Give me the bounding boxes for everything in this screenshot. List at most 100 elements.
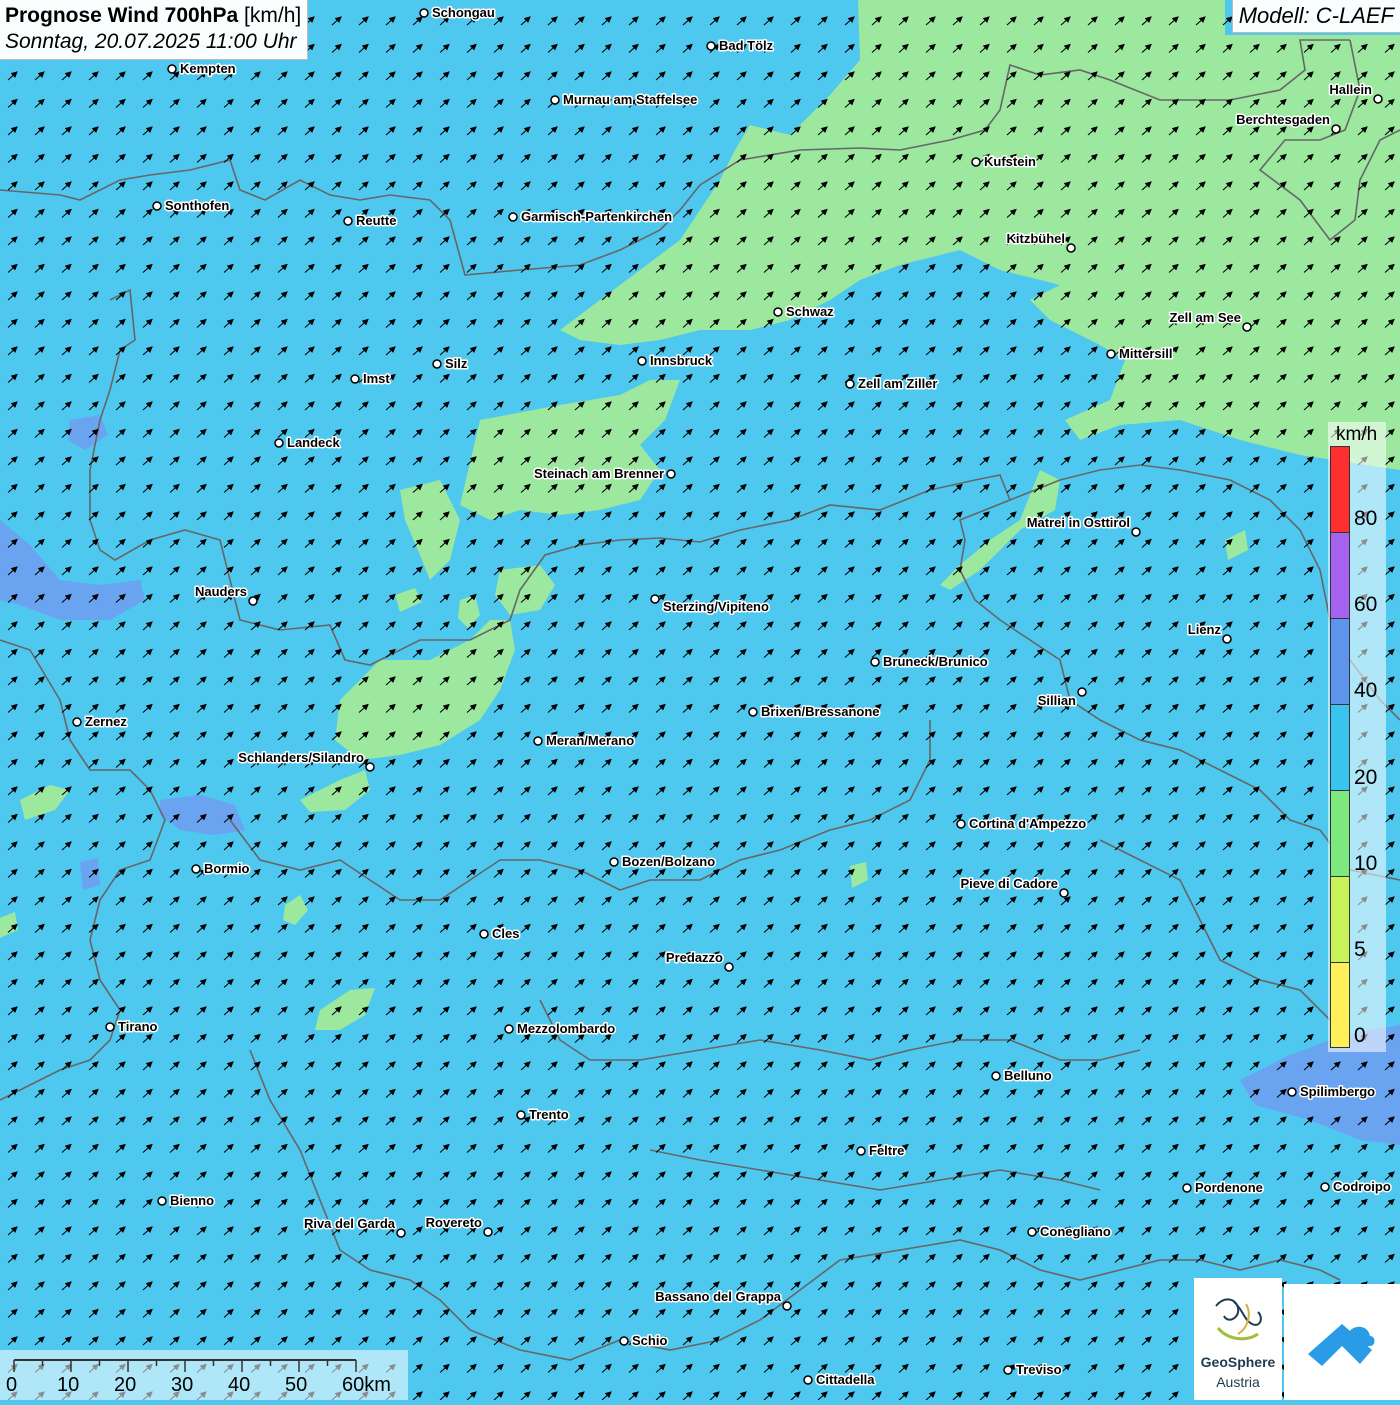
city-label: Bormio — [204, 861, 250, 876]
city-marker[interactable] — [1373, 94, 1383, 104]
scale-bar: 0 10 20 30 40 50 60km — [0, 1350, 408, 1400]
legend-swatch — [1330, 704, 1350, 790]
city-marker[interactable] — [1131, 527, 1141, 537]
scale-label: 40 — [228, 1374, 251, 1396]
city-marker[interactable] — [550, 95, 560, 105]
city-label: Landeck — [287, 435, 341, 450]
city-marker[interactable] — [666, 469, 676, 479]
legend-tick-label: 5 — [1354, 938, 1366, 961]
city-marker[interactable] — [516, 1110, 526, 1120]
city-label: Belluno — [1004, 1068, 1052, 1083]
city-marker[interactable] — [870, 657, 880, 667]
city-marker[interactable] — [167, 64, 177, 74]
legend-tick-label: 60 — [1354, 593, 1378, 617]
city-marker[interactable] — [956, 819, 966, 829]
city-marker[interactable] — [724, 962, 734, 972]
city-marker[interactable] — [637, 356, 647, 366]
city-marker[interactable] — [365, 762, 375, 772]
scale-label: 0 — [6, 1374, 18, 1396]
city-marker[interactable] — [105, 1022, 115, 1032]
city-label: Schwaz — [786, 304, 834, 319]
city-marker[interactable] — [803, 1375, 813, 1385]
city-marker[interactable] — [991, 1071, 1001, 1081]
city-marker[interactable] — [483, 1227, 493, 1237]
city-marker[interactable] — [619, 1336, 629, 1346]
legend-unit: km/h — [1336, 424, 1378, 445]
city-marker[interactable] — [1003, 1365, 1013, 1375]
geosphere-logo-icon — [1215, 1298, 1262, 1341]
city-label: Schongau — [432, 5, 495, 20]
legend-swatch — [1330, 618, 1350, 704]
scale-label: 10 — [57, 1374, 80, 1396]
city-marker[interactable] — [157, 1196, 167, 1206]
city-label: Silz — [445, 356, 468, 371]
city-marker[interactable] — [782, 1301, 792, 1311]
city-label: Cortina d'Ampezzo — [969, 816, 1086, 831]
city-label: Bozen/Bolzano — [622, 854, 715, 869]
city-marker[interactable] — [1242, 322, 1252, 332]
city-marker[interactable] — [248, 596, 258, 606]
geosphere-country: Austria — [1216, 1374, 1260, 1390]
legend-tick-label: 40 — [1354, 679, 1378, 703]
city-marker[interactable] — [650, 594, 660, 604]
city-marker[interactable] — [706, 41, 716, 51]
city-label: Riva del Garda — [304, 1216, 396, 1231]
city-label: Lienz — [1188, 622, 1222, 637]
city-label: Pordenone — [1195, 1180, 1263, 1195]
app-logo[interactable] — [1284, 1284, 1400, 1400]
city-marker[interactable] — [1222, 634, 1232, 644]
city-marker[interactable] — [1331, 124, 1341, 134]
wind-map: Schongau Bad Tölz Kempten Hallein Murnau am … — [0, 0, 1400, 1400]
legend-color-bar — [1330, 446, 1350, 1048]
city-marker[interactable] — [508, 212, 518, 222]
legend-tick-label: 20 — [1354, 765, 1378, 789]
city-label: Feltre — [869, 1143, 904, 1158]
city-marker[interactable] — [773, 307, 783, 317]
model-label: Modell: C-LAEF — [1231, 0, 1400, 33]
city-label: Reutte — [356, 213, 396, 228]
city-marker[interactable] — [971, 157, 981, 167]
city-marker[interactable] — [533, 736, 543, 746]
city-marker[interactable] — [350, 374, 360, 384]
city-marker[interactable] — [191, 864, 201, 874]
city-label: Hallein — [1329, 82, 1372, 97]
legend-swatch — [1330, 446, 1350, 532]
city-label: Bienno — [170, 1193, 214, 1208]
scale-label: 60km — [342, 1374, 391, 1396]
city-marker[interactable] — [419, 8, 429, 18]
city-marker[interactable] — [1182, 1183, 1192, 1193]
city-marker[interactable] — [343, 216, 353, 226]
city-marker[interactable] — [1059, 888, 1069, 898]
city-marker[interactable] — [609, 857, 619, 867]
city-marker[interactable] — [396, 1228, 406, 1238]
legend-swatch — [1330, 876, 1350, 962]
city-marker[interactable] — [1320, 1182, 1330, 1192]
city-marker[interactable] — [1287, 1087, 1297, 1097]
city-marker[interactable] — [274, 438, 284, 448]
title-box: Prognose Wind 700hPa [km/h] Sonntag, 20.… — [0, 0, 309, 60]
city-marker[interactable] — [152, 201, 162, 211]
city-marker[interactable] — [72, 717, 82, 727]
geosphere-name: GeoSphere — [1200, 1354, 1276, 1370]
city-marker[interactable] — [1106, 349, 1116, 359]
city-label: Innsbruck — [650, 353, 713, 368]
city-label: Steinach am Brenner — [534, 466, 664, 481]
city-marker[interactable] — [1027, 1227, 1037, 1237]
city-label: Codroipo — [1333, 1179, 1391, 1194]
map-title-unit: [km/h] — [244, 4, 302, 27]
city-marker[interactable] — [845, 379, 855, 389]
city-marker[interactable] — [432, 359, 442, 369]
city-label: Cittadella — [816, 1372, 875, 1387]
city-marker[interactable] — [1077, 687, 1087, 697]
map-title: Prognose Wind 700hPa [km/h] — [5, 3, 301, 29]
city-marker[interactable] — [504, 1024, 514, 1034]
city-marker[interactable] — [479, 929, 489, 939]
legend-swatch — [1330, 790, 1350, 876]
city-label: Mezzolombardo — [517, 1021, 615, 1036]
city-marker[interactable] — [856, 1146, 866, 1156]
city-marker[interactable] — [748, 707, 758, 717]
city-marker[interactable] — [1066, 243, 1076, 253]
city-label: Treviso — [1016, 1362, 1062, 1377]
scale-label: 20 — [114, 1374, 137, 1396]
city-label: Rovereto — [426, 1215, 482, 1230]
